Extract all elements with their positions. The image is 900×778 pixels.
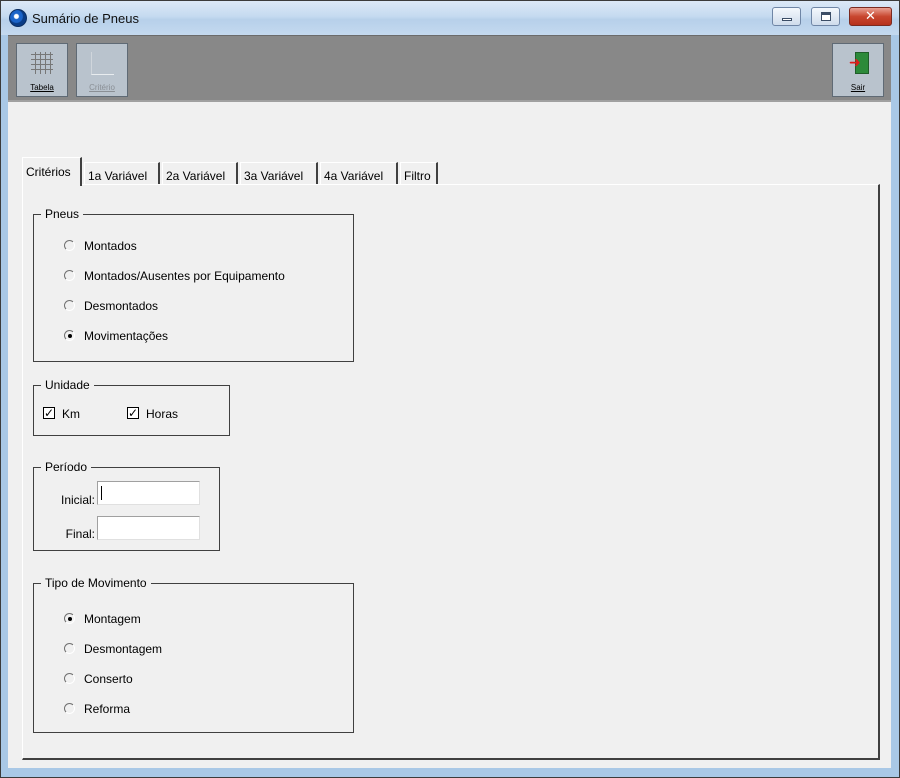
radio-button[interactable] — [64, 703, 75, 714]
radio-button[interactable] — [64, 240, 75, 251]
criterio-button[interactable]: Critério — [76, 43, 128, 97]
exit-door-icon: ➜ — [849, 52, 869, 74]
periodo-legend: Período — [41, 460, 92, 474]
tipo-movimento-legend: Tipo de Movimento — [41, 576, 151, 590]
pneus-legend: Pneus — [41, 207, 84, 221]
minimize-button[interactable] — [772, 7, 801, 26]
tab-1a-variavel[interactable]: 1a Variável — [84, 162, 160, 185]
tab-4a-variavel[interactable]: 4a Variável — [320, 162, 398, 185]
periodo-group: Período Inicial: Final: — [33, 460, 220, 551]
inicial-label: Inicial: — [60, 493, 95, 507]
close-icon: ✕ — [865, 9, 876, 24]
toolbar: Tabela Critério ➜ Sair — [8, 35, 891, 100]
radio-button[interactable] — [64, 673, 75, 684]
tab-filtro[interactable]: Filtro — [400, 162, 438, 185]
final-label: Final: — [65, 527, 95, 541]
app-window: Sumário de Pneus ✕ Tabela Critério ➜ Sai… — [0, 0, 900, 778]
radio-button-selected[interactable] — [64, 330, 75, 341]
app-icon[interactable] — [9, 9, 27, 27]
tab-criterios[interactable]: Critérios — [22, 157, 82, 186]
unidade-group: Unidade ✓ Km ✓ Horas — [33, 378, 230, 436]
tipo-movimento-group: Tipo de Movimento Montagem Desmontagem C… — [33, 576, 354, 733]
main-content: Critérios 1a Variável 2a Variável 3a Var… — [8, 100, 891, 768]
tab-2a-variavel[interactable]: 2a Variável — [162, 162, 238, 185]
checkbox-checked[interactable]: ✓ — [43, 407, 55, 419]
maximize-button[interactable] — [811, 7, 840, 26]
maximize-icon — [821, 12, 831, 21]
close-button[interactable]: ✕ — [849, 7, 892, 26]
sair-label: Sair — [850, 83, 866, 92]
tab-3a-variavel[interactable]: 3a Variável — [240, 162, 318, 185]
window-title: Sumário de Pneus — [32, 11, 139, 26]
tab-panel-criterios: Pneus Montados Montados/Ausentes por Equ… — [22, 184, 880, 760]
table-grid-icon — [31, 52, 53, 74]
checkbox-checked[interactable]: ✓ — [127, 407, 139, 419]
minimize-icon — [782, 18, 792, 21]
tabela-label: Tabela — [30, 83, 54, 92]
text-caret — [101, 486, 102, 500]
criteria-icon — [91, 52, 114, 75]
radio-button[interactable] — [64, 300, 75, 311]
pneus-group: Pneus Montados Montados/Ausentes por Equ… — [33, 207, 354, 362]
sair-button[interactable]: ➜ Sair — [832, 43, 884, 97]
tabela-button[interactable]: Tabela — [16, 43, 68, 97]
criterio-label: Critério — [89, 83, 115, 92]
radio-button[interactable] — [64, 270, 75, 281]
final-input[interactable] — [97, 516, 200, 540]
radio-button[interactable] — [64, 643, 75, 654]
unidade-legend: Unidade — [41, 378, 94, 392]
inicial-input[interactable] — [97, 481, 200, 505]
radio-button-selected[interactable] — [64, 613, 75, 624]
title-bar[interactable]: Sumário de Pneus ✕ — [1, 1, 899, 35]
